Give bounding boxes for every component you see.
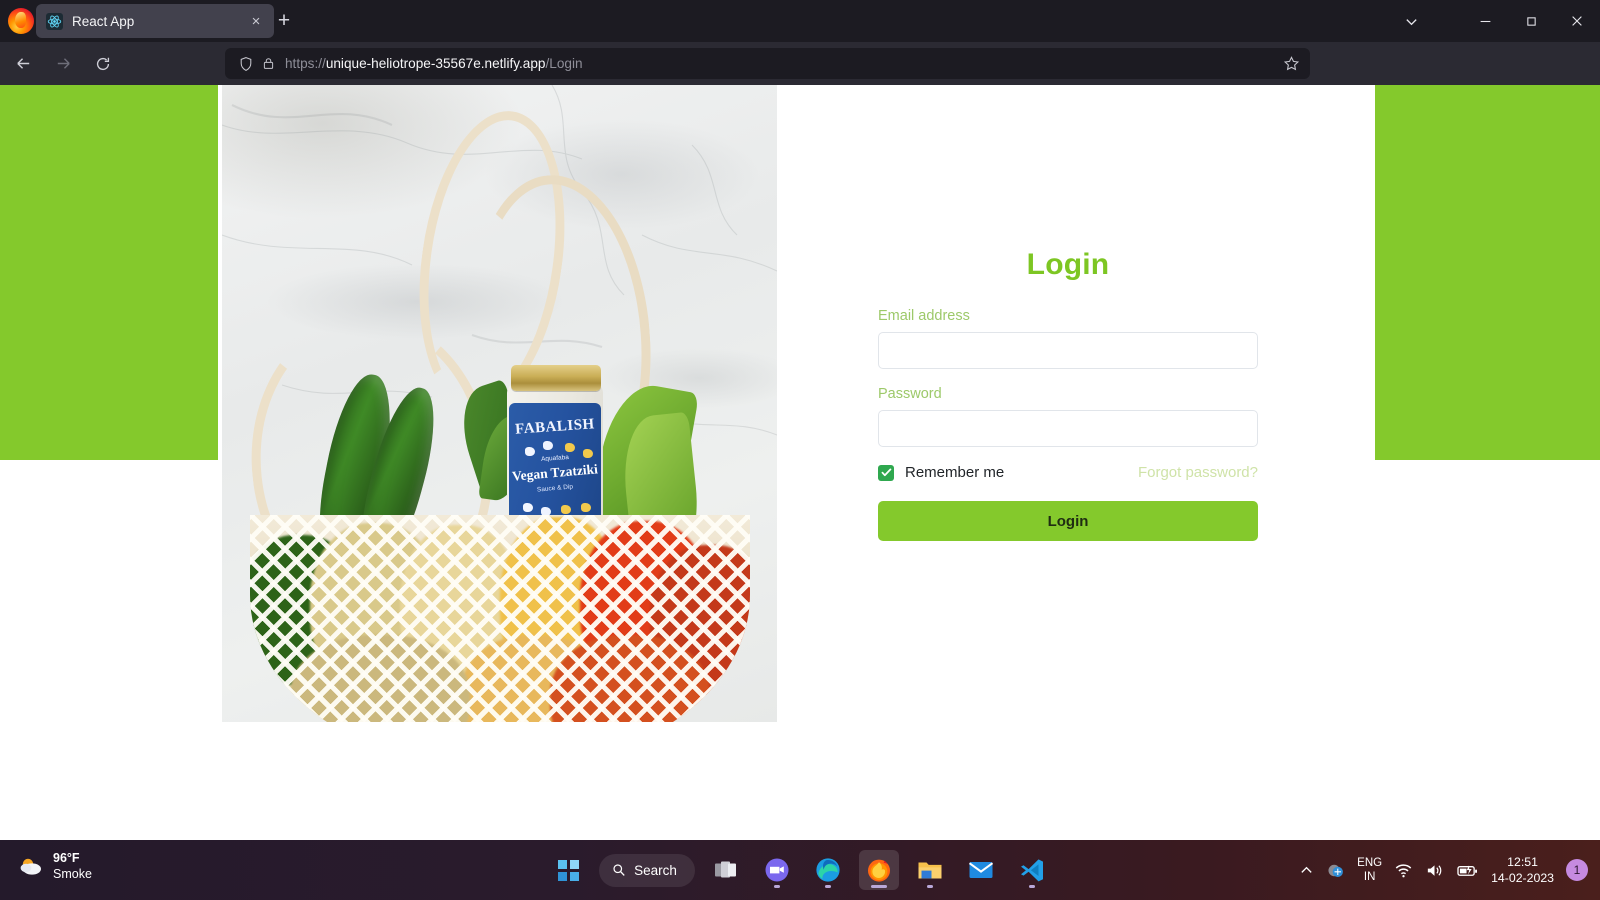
chevron-down-icon[interactable] <box>1388 0 1434 42</box>
product-brand: FABALISH <box>514 416 596 438</box>
url-path: /Login <box>545 56 583 71</box>
edge-icon <box>816 858 840 882</box>
vscode-icon <box>1020 859 1043 882</box>
page-title: Login <box>1026 248 1110 281</box>
mail-icon <box>968 862 993 878</box>
bag-netting <box>250 515 750 722</box>
language-line1: ENG <box>1357 857 1383 869</box>
browser-tab-react-app[interactable]: React App × <box>36 4 274 38</box>
mail-button[interactable] <box>961 850 1001 890</box>
folder-icon <box>918 862 942 879</box>
running-indicator <box>773 885 780 888</box>
tray-app-icon[interactable] <box>1326 861 1345 880</box>
url-protocol: https:// <box>285 56 326 71</box>
url-text[interactable]: https://unique-heliotrope-35567e.netlify… <box>285 56 1278 71</box>
speaker-icon[interactable] <box>1425 861 1444 880</box>
login-form: Login Email address Password Remember me… <box>878 248 1258 541</box>
clock-date: 14-02-2023 <box>1491 871 1554 885</box>
login-submit-button[interactable]: Login <box>878 501 1258 541</box>
checkmark-icon <box>881 468 891 477</box>
forgot-password-link[interactable]: Forgot password? <box>1138 464 1258 481</box>
search-label: Search <box>634 862 677 878</box>
battery-charging-icon[interactable] <box>1456 861 1479 880</box>
running-indicator <box>824 885 831 888</box>
maximize-icon[interactable] <box>1508 0 1554 42</box>
email-label: Email address <box>878 308 970 324</box>
clock-time: 12:51 <box>1507 855 1538 869</box>
remember-me-checkbox[interactable] <box>878 464 894 481</box>
minimize-icon[interactable] <box>1462 0 1508 42</box>
reload-icon[interactable] <box>86 49 120 79</box>
remember-me-label: Remember me <box>905 464 1005 481</box>
windows-taskbar: 96°F Smoke Search ENG IN 12:51 14-02-202… <box>0 840 1600 900</box>
chat-button[interactable] <box>757 850 797 890</box>
language-line2: IN <box>1363 871 1376 883</box>
password-field[interactable] <box>878 410 1258 447</box>
firefox-logo-icon <box>8 8 34 34</box>
page-viewport: FABALISH Aquafaba Vegan Tzatziki Sauce &… <box>0 85 1600 840</box>
decorative-green-panel-left <box>0 85 218 460</box>
notification-badge[interactable]: 1 <box>1566 859 1588 881</box>
close-icon[interactable]: × <box>246 11 266 31</box>
form-options-row: Remember me Forgot password? <box>878 464 1258 481</box>
search-icon <box>613 864 625 876</box>
taskbar-search-button[interactable]: Search <box>599 853 695 887</box>
visual-studio-code-button[interactable] <box>1012 850 1052 890</box>
running-indicator <box>926 885 933 888</box>
forward-arrow-icon[interactable] <box>46 49 80 79</box>
navigation-toolbar: https://unique-heliotrope-35567e.netlify… <box>0 42 1600 113</box>
task-view-button[interactable] <box>706 850 746 890</box>
bookmark-star-icon[interactable] <box>1278 51 1304 77</box>
wifi-icon[interactable] <box>1394 861 1413 880</box>
url-host: unique-heliotrope-35567e.netlify.app <box>325 56 546 71</box>
url-bar[interactable]: https://unique-heliotrope-35567e.netlify… <box>225 48 1310 79</box>
tab-strip: React App × + <box>0 0 1600 42</box>
react-atom-icon <box>46 12 63 30</box>
clock[interactable]: 12:51 14-02-2023 <box>1491 854 1554 886</box>
new-tab-button[interactable]: + <box>272 10 296 34</box>
browser-window: React App × + https://unique-heliotrope-… <box>0 0 1600 900</box>
task-view-icon <box>714 861 736 878</box>
grocery-mesh-bag-photo: FABALISH Aquafaba Vegan Tzatziki Sauce &… <box>222 85 777 722</box>
remember-me-control[interactable]: Remember me <box>878 464 1004 481</box>
windows-logo-icon <box>557 859 579 881</box>
start-button[interactable] <box>548 850 588 890</box>
window-close-icon[interactable] <box>1554 0 1600 42</box>
tracking-protection-shield-icon[interactable] <box>235 53 257 75</box>
language-indicator[interactable]: ENG IN <box>1357 856 1382 884</box>
jar-lid <box>511 365 601 391</box>
password-label: Password <box>878 386 942 402</box>
chat-video-icon <box>765 858 789 882</box>
running-indicator <box>870 885 887 888</box>
microsoft-edge-button[interactable] <box>808 850 848 890</box>
chevron-up-icon[interactable] <box>1299 863 1314 878</box>
firefox-icon <box>867 859 890 882</box>
tab-title: React App <box>72 13 135 29</box>
padlock-icon[interactable] <box>257 53 279 75</box>
mesh-bag <box>250 515 750 722</box>
firefox-button[interactable] <box>858 850 899 890</box>
running-indicator <box>1028 885 1035 888</box>
decorative-green-panel-right <box>1375 85 1600 460</box>
system-tray: ENG IN 12:51 14-02-2023 1 <box>1299 840 1588 900</box>
email-field[interactable] <box>878 332 1258 369</box>
file-explorer-button[interactable] <box>910 850 950 890</box>
window-controls <box>1388 0 1600 42</box>
back-arrow-icon[interactable] <box>6 49 40 79</box>
